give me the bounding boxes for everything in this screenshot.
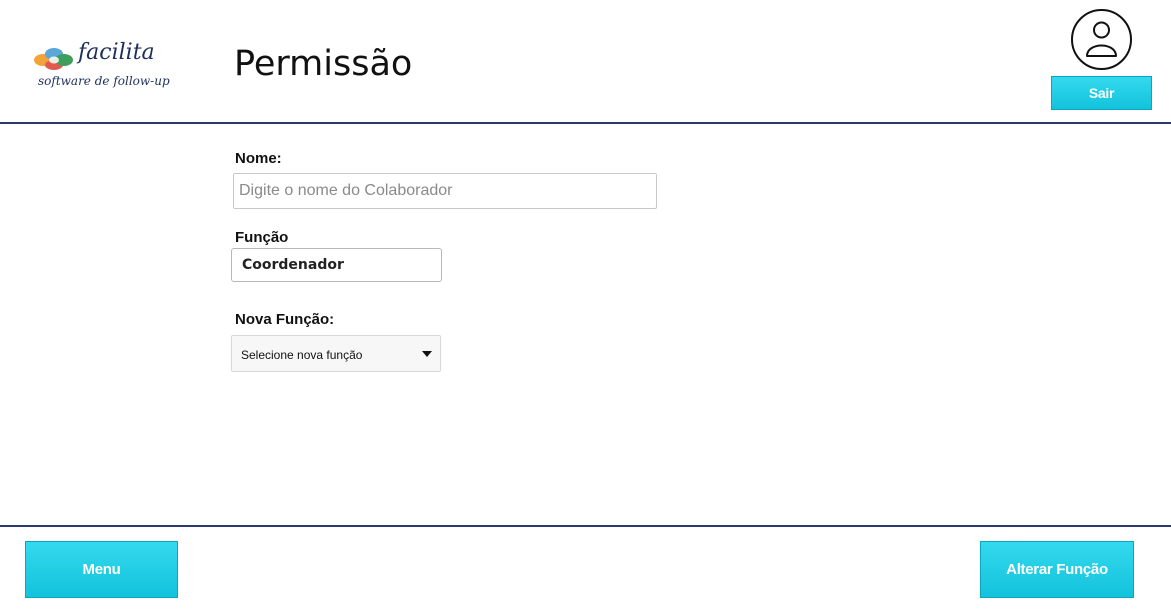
menu-button[interactable]: Menu — [25, 541, 178, 598]
facilita-logo-mark-icon — [34, 48, 73, 70]
nova-funcao-selected: Selecione nova função — [241, 348, 363, 362]
nova-funcao-select[interactable]: Selecione nova função — [231, 335, 441, 372]
nome-label: Nome: — [235, 150, 282, 167]
logout-button[interactable]: Sair — [1051, 76, 1152, 110]
brand-name: facilita — [78, 40, 155, 65]
user-avatar[interactable] — [1071, 9, 1132, 70]
caret-down-icon — [422, 351, 432, 357]
page-title: Permissão — [234, 44, 413, 84]
nome-input[interactable] — [233, 173, 657, 209]
funcao-label: Função — [235, 229, 289, 246]
footer-divider — [0, 525, 1171, 527]
facilita-logo: facilita software de follow-up — [32, 40, 182, 96]
user-icon — [1086, 21, 1117, 57]
current-funcao-field: Coordenador — [231, 248, 442, 282]
app-header: facilita software de follow-up Permissão… — [0, 0, 1171, 124]
nova-funcao-label: Nova Função: — [235, 311, 335, 328]
alterar-funcao-button[interactable]: Alterar Função — [980, 541, 1134, 598]
current-funcao-value: Coordenador — [242, 257, 344, 273]
brand-tagline: software de follow-up — [38, 74, 170, 88]
